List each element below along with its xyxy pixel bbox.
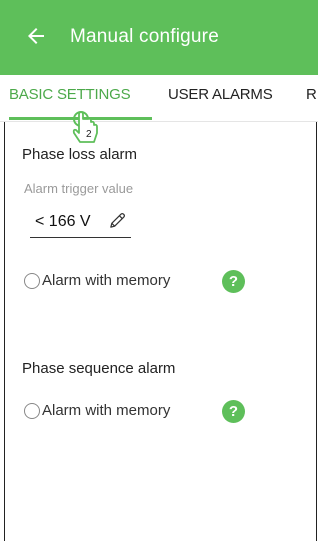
screen: Manual configure BASIC SETTINGS USER ALA… xyxy=(0,0,318,541)
pointer-badge: 2 xyxy=(86,129,92,140)
radio-label: Alarm with memory xyxy=(42,402,171,419)
alarm-with-memory-option[interactable]: Alarm with memory ? xyxy=(24,270,264,294)
tab-more[interactable]: R xyxy=(306,86,317,103)
pencil-icon[interactable] xyxy=(108,211,127,230)
help-icon[interactable]: ? xyxy=(222,400,245,423)
tab-bar: BASIC SETTINGS USER ALARMS R xyxy=(0,75,318,122)
alarm-with-memory-option[interactable]: Alarm with memory ? xyxy=(24,400,264,424)
frame-border-left xyxy=(4,75,5,541)
alarm-trigger-label: Alarm trigger value xyxy=(24,181,134,196)
phase-loss-title: Phase loss alarm xyxy=(22,146,138,163)
tab-user-alarms[interactable]: USER ALARMS xyxy=(168,86,273,103)
radio-button[interactable] xyxy=(24,273,40,289)
help-icon[interactable]: ? xyxy=(222,270,245,293)
alarm-trigger-value: < 166 V xyxy=(35,213,91,230)
hand-pointer-icon: 2 xyxy=(72,111,98,143)
app-bar: Manual configure xyxy=(0,0,318,75)
phase-sequence-title: Phase sequence alarm xyxy=(22,360,176,377)
arrow-left-icon[interactable] xyxy=(24,24,48,48)
page-title: Manual configure xyxy=(70,26,219,47)
radio-button[interactable] xyxy=(24,403,40,419)
radio-label: Alarm with memory xyxy=(42,272,171,289)
alarm-trigger-field[interactable]: < 166 V xyxy=(30,211,131,238)
tab-basic-settings[interactable]: BASIC SETTINGS xyxy=(9,86,131,103)
